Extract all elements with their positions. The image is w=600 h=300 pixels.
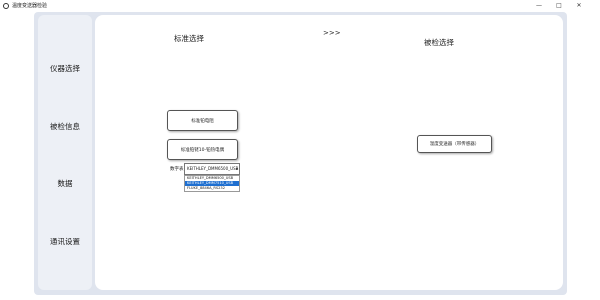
sidebar-item-instrument-select[interactable]: 仪器选择 — [38, 63, 92, 74]
arrow-indicator: >>> — [323, 29, 341, 37]
minimize-button[interactable]: — — [532, 0, 546, 12]
close-button[interactable]: ✕ — [572, 0, 586, 12]
sidebar-item-comm-settings[interactable]: 通讯设置 — [38, 236, 92, 247]
app-icon — [3, 3, 9, 9]
sidebar-item-tested-info[interactable]: 被检信息 — [38, 121, 92, 132]
chevron-down-icon: ▾ — [235, 166, 238, 171]
meter-label: 数字表 — [170, 167, 184, 172]
meter-option[interactable]: FLUKE_8846A_RS232 — [185, 186, 239, 191]
sidebar-item-data[interactable]: 数据 — [38, 178, 92, 189]
meter-dropdown: KEITHLEY_DMM6500_USB KEITHLEY_DMM7510_USB… — [184, 175, 240, 192]
sidebar — [38, 15, 92, 290]
standard-resistor-button[interactable]: 标准铂电阻 — [167, 110, 238, 131]
meter-select[interactable]: KEITHLEY_DMM6500_USB ▾ — [184, 163, 240, 175]
tested-select-heading: 被检选择 — [424, 38, 454, 47]
standard-select-heading: 标准选择 — [174, 34, 204, 43]
main-panel — [95, 15, 563, 290]
meter-select-value: KEITHLEY_DMM6500_USB — [187, 166, 239, 171]
standard-thermocouple-button[interactable]: 标准铂铑10-铂热电偶 — [167, 139, 238, 160]
temp-transmitter-button[interactable]: 温度变送器（带传感器） — [417, 135, 492, 153]
title-bar: 温度变送器检验 — □ ✕ — [0, 0, 600, 12]
window-title: 温度变送器检验 — [12, 3, 48, 9]
restore-button[interactable]: □ — [552, 0, 566, 12]
